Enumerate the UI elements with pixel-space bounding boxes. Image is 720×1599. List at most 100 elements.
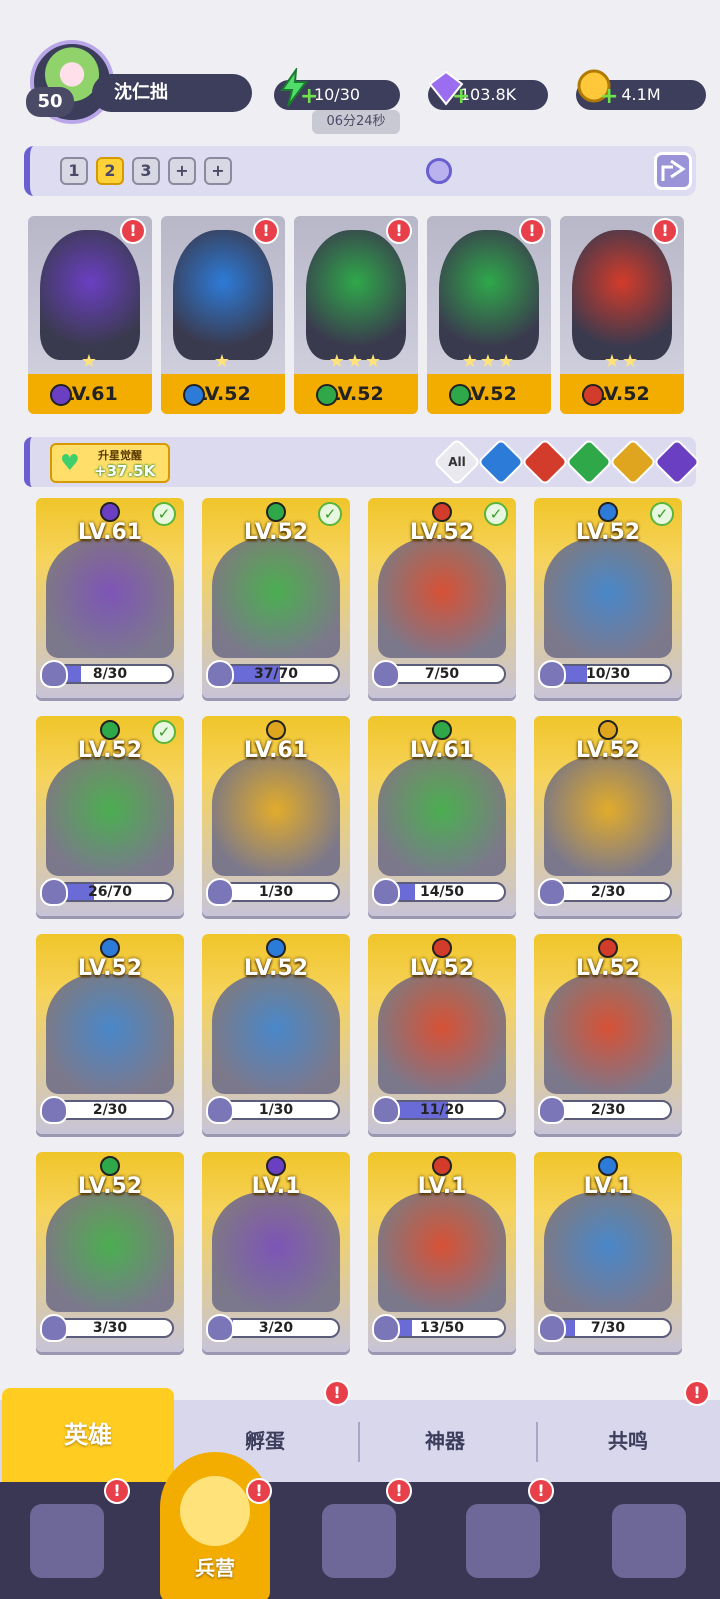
hero-card[interactable]: LV.61 1/30 — [202, 716, 350, 916]
hero-level: LV.52 — [243, 520, 309, 545]
hero-level: LV.52 — [575, 956, 641, 981]
team-add-button-1[interactable]: + — [168, 157, 196, 185]
hero-level: LV.61 — [409, 738, 475, 763]
section-tabs: 英雄 孵蛋 神器 共鸣 ! ! — [0, 1380, 720, 1482]
hero-level: LV.61 — [243, 738, 309, 763]
temple-icon[interactable] — [466, 1504, 540, 1578]
hero-card[interactable]: LV.52 3/30 — [36, 1152, 184, 1352]
hero-card[interactable]: ✓ LV.52 7/50 — [368, 498, 516, 698]
hero-card[interactable]: LV.1 7/30 — [534, 1152, 682, 1352]
element-fire-icon — [432, 1156, 452, 1176]
alert-icon: ! — [386, 218, 412, 244]
hero-level: LV.52 — [77, 956, 143, 981]
barracks-icon — [180, 1476, 250, 1546]
hero-level: LV.52 — [409, 956, 475, 981]
hero-card[interactable]: LV.1 13/50 — [368, 1152, 516, 1352]
hero-card[interactable]: LV.52 2/30 — [534, 716, 682, 916]
map-alert-icon: ! — [386, 1478, 412, 1504]
filter-fire-icon[interactable] — [520, 437, 570, 487]
hero-portrait — [212, 974, 340, 1094]
shard-icon — [372, 660, 400, 688]
team-slot[interactable]: ★★★ LV.52 ! — [294, 216, 418, 414]
element-dark-icon — [50, 384, 72, 406]
hero-card[interactable]: ✓ LV.61 8/30 — [36, 498, 184, 698]
hero-card[interactable]: ✓ LV.52 26/70 — [36, 716, 184, 916]
hero-level: LV.52 — [427, 374, 551, 414]
hero-portrait — [378, 974, 506, 1094]
gold-coin-icon[interactable]: + — [574, 68, 618, 109]
team-slot[interactable]: ★ LV.52 ! — [161, 216, 285, 414]
bonus-title: 升星觉醒 — [98, 449, 142, 462]
hero-portrait — [40, 230, 140, 360]
shard-icon — [40, 1096, 68, 1124]
hero-portrait — [46, 538, 174, 658]
team-slot[interactable]: ★★★ LV.52 ! — [427, 216, 551, 414]
barracks-label: 兵营 — [195, 1556, 235, 1580]
hatch-alert-icon: ! — [324, 1380, 350, 1406]
element-light-icon — [598, 720, 618, 740]
hero-portrait — [544, 1192, 672, 1312]
star-awaken-bonus[interactable]: ♥ 升星觉醒 +37.5K — [50, 443, 170, 483]
element-dark-icon — [100, 502, 120, 522]
team-add-button-2[interactable]: + — [204, 157, 232, 185]
element-fire-icon — [582, 384, 604, 406]
team-selector-bar: 1 2 3 + + — [24, 146, 696, 196]
filter-water-icon[interactable] — [476, 437, 526, 487]
map-icon[interactable] — [322, 1504, 396, 1578]
shard-icon — [40, 878, 68, 906]
shard-icon — [538, 1314, 566, 1342]
team-tab-3[interactable]: 3 — [132, 157, 160, 185]
hero-card[interactable]: ✓ LV.52 37/70 — [202, 498, 350, 698]
element-fire-icon — [432, 502, 452, 522]
shard-icon — [40, 660, 68, 688]
shard-icon — [206, 878, 234, 906]
gem-icon[interactable]: + — [426, 68, 470, 109]
tab-artifact[interactable]: 神器 — [360, 1400, 530, 1482]
tab-heroes[interactable]: 英雄 — [2, 1388, 174, 1482]
share-icon[interactable] — [654, 152, 692, 190]
hero-card[interactable]: LV.52 2/30 — [36, 934, 184, 1134]
shard-icon — [372, 878, 400, 906]
player-level-badge: 50 — [26, 87, 74, 117]
hero-portrait — [173, 230, 273, 360]
element-water-icon — [266, 938, 286, 958]
hero-level: LV.52 — [77, 1174, 143, 1199]
hero-card[interactable]: LV.1 3/20 — [202, 1152, 350, 1352]
filter-dark-icon[interactable] — [652, 437, 702, 487]
shard-icon — [206, 1096, 234, 1124]
filter-all[interactable]: All — [432, 437, 482, 487]
hero-portrait — [544, 538, 672, 658]
filter-wind-icon[interactable] — [564, 437, 614, 487]
hero-card[interactable]: LV.61 14/50 — [368, 716, 516, 916]
alert-icon: ! — [519, 218, 545, 244]
team-slot[interactable]: ★★ LV.52 ! — [560, 216, 684, 414]
hero-stars: ★ — [80, 351, 100, 372]
team-tab-2[interactable]: 2 — [96, 157, 124, 185]
element-fire-icon — [598, 938, 618, 958]
barracks-button[interactable]: 兵营 — [160, 1452, 270, 1599]
hero-level: LV.52 — [409, 520, 475, 545]
cards-icon[interactable] — [30, 1504, 104, 1578]
hero-portrait — [46, 756, 174, 876]
filter-bar: ♥ 升星觉醒 +37.5K All — [24, 437, 702, 487]
hero-level: LV.52 — [243, 956, 309, 981]
energy-icon[interactable]: + — [274, 66, 318, 109]
tab-resonance[interactable]: 共鸣 — [540, 1400, 716, 1482]
filter-light-icon[interactable] — [608, 437, 658, 487]
hero-card[interactable]: LV.52 11/20 — [368, 934, 516, 1134]
element-wind-icon — [100, 1156, 120, 1176]
hero-card[interactable]: ✓ LV.52 10/30 — [534, 498, 682, 698]
hero-level: LV.61 — [28, 374, 152, 414]
element-light-icon — [266, 720, 286, 740]
hero-portrait — [212, 1192, 340, 1312]
hero-portrait — [378, 756, 506, 876]
hero-stars: ★★★ — [328, 351, 384, 372]
team-slot[interactable]: ★ LV.61 ! — [28, 216, 152, 414]
hero-portrait — [212, 756, 340, 876]
element-dark-icon — [266, 1156, 286, 1176]
hero-card[interactable]: LV.52 2/30 — [534, 934, 682, 1134]
search-icon[interactable] — [426, 158, 452, 184]
hero-card[interactable]: LV.52 1/30 — [202, 934, 350, 1134]
team-tab-1[interactable]: 1 — [60, 157, 88, 185]
mushroom-icon[interactable] — [612, 1504, 686, 1578]
